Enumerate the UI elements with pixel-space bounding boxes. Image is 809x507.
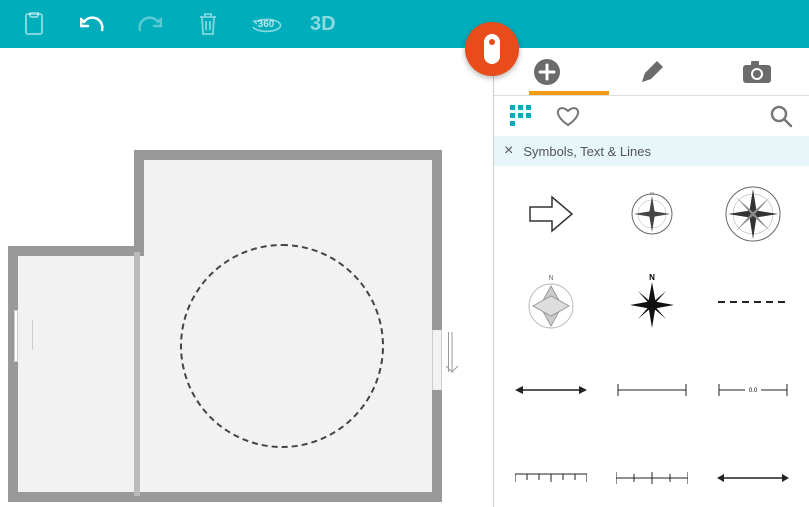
search-icon[interactable]: [769, 104, 793, 128]
category-title: Symbols, Text & Lines: [523, 144, 651, 159]
tab-underline: [529, 91, 609, 95]
svg-text:N: N: [548, 275, 553, 282]
item-compass-large[interactable]: [702, 180, 803, 248]
rotate-360-label: 360: [258, 19, 275, 30]
items-grid: N N N 0.0: [494, 166, 809, 507]
undo-icon[interactable]: [78, 10, 106, 38]
item-north-diamond[interactable]: N: [500, 268, 601, 336]
main-area: × Symbols, Text & Lines N N N: [0, 48, 809, 507]
clipboard-icon[interactable]: [20, 10, 48, 38]
tab-add[interactable]: [529, 54, 565, 90]
floorplan-canvas[interactable]: [0, 48, 493, 507]
item-dimension-line[interactable]: [601, 356, 702, 424]
remote-icon: [484, 34, 500, 64]
svg-text:N: N: [650, 192, 654, 197]
svg-text:0.0: 0.0: [748, 388, 757, 394]
library-grid-icon[interactable]: [510, 105, 532, 127]
library-panel: × Symbols, Text & Lines N N N: [494, 48, 809, 507]
item-ruler-ticks[interactable]: [500, 444, 601, 507]
category-header: × Symbols, Text & Lines: [494, 136, 809, 166]
item-compass-small[interactable]: N: [601, 180, 702, 248]
close-category-icon[interactable]: ×: [504, 142, 513, 160]
filter-row: [494, 96, 809, 136]
favorites-icon[interactable]: [556, 105, 580, 127]
item-arrow-block[interactable]: [500, 180, 601, 248]
item-dashed-line[interactable]: [702, 268, 803, 336]
tab-edit[interactable]: [634, 54, 670, 90]
item-arrow-double[interactable]: [500, 356, 601, 424]
tab-camera[interactable]: [739, 54, 775, 90]
view-3d-button[interactable]: 3D: [310, 13, 336, 36]
item-arrow-both[interactable]: [702, 444, 803, 507]
svg-text:N: N: [649, 273, 655, 282]
top-toolbar: 360 3D: [0, 0, 809, 48]
item-ruler-scale[interactable]: [601, 444, 702, 507]
item-north-star[interactable]: N: [601, 268, 702, 336]
item-dimension-line-value[interactable]: 0.0: [702, 356, 803, 424]
redo-icon[interactable]: [136, 10, 164, 38]
dashed-circle-shape[interactable]: [180, 244, 384, 448]
trash-icon[interactable]: [194, 10, 222, 38]
floating-action-button[interactable]: [465, 22, 519, 76]
mode-tabs: [494, 48, 809, 96]
rotate-360-icon[interactable]: 360: [252, 10, 280, 38]
